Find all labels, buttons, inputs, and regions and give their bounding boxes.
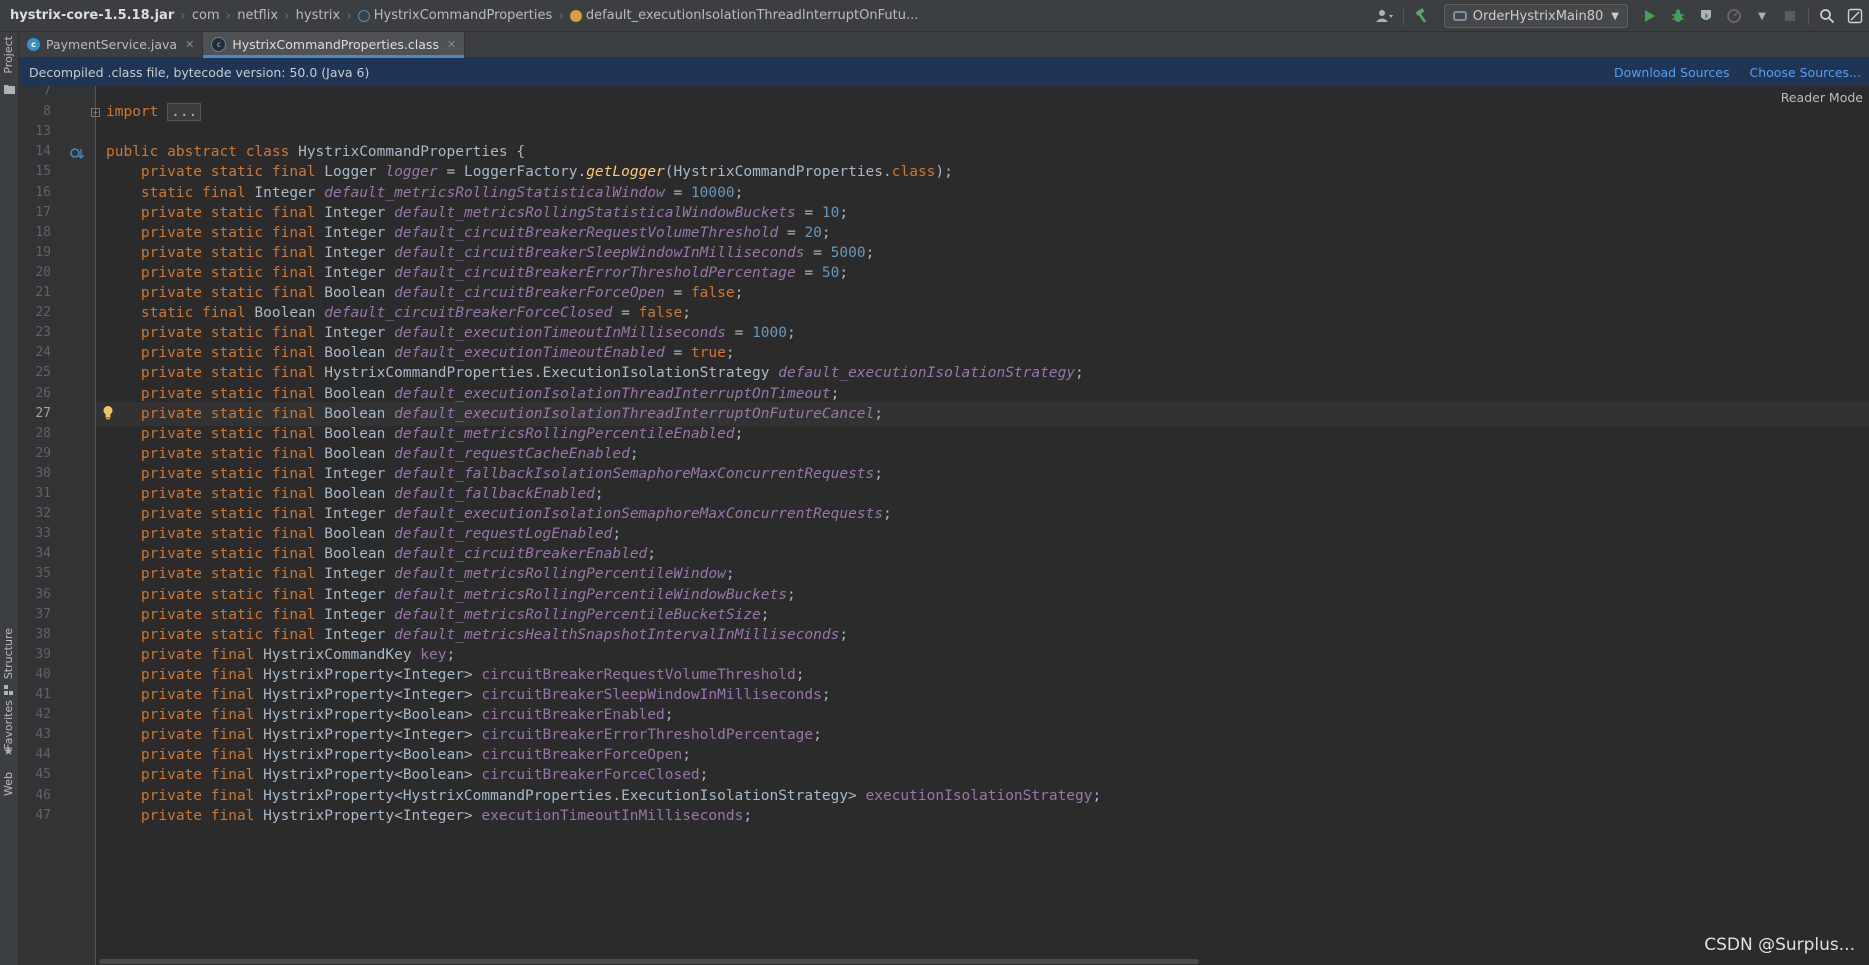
structure-tool-button[interactable]: Structure	[2, 628, 15, 679]
project-tool-button[interactable]: Project	[2, 36, 15, 74]
toolbar-separator	[1402, 7, 1404, 25]
java-class-icon: c	[27, 38, 40, 51]
implementations-gutter-icon[interactable]	[70, 145, 85, 169]
favorites-tool-button[interactable]: Favorites	[2, 700, 15, 750]
folder-icon[interactable]	[4, 79, 15, 98]
line-number: 47	[35, 807, 51, 823]
breadcrumb-class-label: HystrixCommandProperties	[373, 8, 553, 23]
horizontal-scrollbar[interactable]	[99, 959, 1199, 964]
breadcrumb-package-hystrix[interactable]: hystrix	[296, 8, 340, 23]
code-line[interactable]: 47 private final HystrixProperty<Integer…	[35, 804, 1869, 828]
reader-mode-button[interactable]: Reader Mode	[1781, 90, 1863, 105]
chevron-right-icon: ›	[558, 7, 564, 24]
chevron-right-icon: ›	[180, 7, 186, 24]
chevron-down-icon[interactable]: ▼	[1751, 5, 1773, 27]
breadcrumb-field-label: default_executionIsolationThreadInterrup…	[585, 8, 919, 23]
breadcrumb-jar[interactable]: hystrix-core-1.5.18.jar	[10, 8, 174, 23]
left-tool-strip: Project Structure Favorites ★ Web	[0, 32, 19, 965]
tab-hystrix-command-properties[interactable]: c HystrixCommandProperties.class ✕	[203, 32, 466, 58]
breadcrumb-package-netflix[interactable]: netflix	[237, 8, 278, 23]
breadcrumb-package-com[interactable]: com	[192, 8, 220, 23]
banner-message: Decompiled .class file, bytecode version…	[29, 64, 370, 80]
close-icon[interactable]: ✕	[185, 38, 194, 51]
hammer-icon[interactable]	[1411, 5, 1433, 27]
web-tool-button[interactable]: Web	[2, 772, 15, 796]
editor-tabs: c PaymentService.java ✕ c HystrixCommand…	[19, 32, 1869, 58]
download-sources-link[interactable]: Download Sources	[1614, 65, 1730, 80]
chevron-right-icon: ›	[225, 7, 232, 24]
debug-icon[interactable]	[1667, 5, 1689, 27]
choose-sources-link[interactable]: Choose Sources...	[1750, 65, 1862, 80]
breadcrumb-class[interactable]: HystrixCommandProperties	[357, 8, 553, 23]
code-editor[interactable]: 7 8 import ... +13 14 public abstract class H…	[19, 86, 1869, 965]
abstract-class-icon	[357, 9, 370, 22]
tab-label: PaymentService.java	[46, 37, 178, 52]
toolbar: OrderHystrixMain80 ▼ ▼	[1371, 0, 1869, 32]
code-area[interactable]: 7 8 import ... +13 14 public abstract class H…	[35, 86, 1869, 965]
search-icon[interactable]	[1816, 5, 1838, 27]
run-config-icon	[1453, 11, 1467, 21]
chevron-right-icon: ›	[346, 7, 352, 24]
stop-icon[interactable]	[1779, 5, 1801, 27]
chevron-right-icon: ›	[284, 7, 290, 24]
settings-icon[interactable]	[1844, 5, 1866, 27]
chevron-down-icon: ▼	[1611, 10, 1619, 22]
breadcrumb-field[interactable]: default_executionIsolationThreadInterrup…	[569, 8, 919, 23]
field-icon	[569, 9, 582, 22]
class-file-icon: c	[211, 37, 227, 52]
structure-icon[interactable]	[4, 680, 14, 699]
navigation-bar: hystrix-core-1.5.18.jar › com › netflix …	[0, 0, 1869, 32]
fold-expand-icon[interactable]: +	[91, 108, 100, 118]
toolbar-separator	[1808, 7, 1809, 25]
tab-payment-service[interactable]: c PaymentService.java ✕	[19, 32, 204, 57]
tab-label: HystrixCommandProperties.class	[232, 37, 439, 52]
run-with-coverage-icon[interactable]	[1695, 5, 1717, 27]
watermark: CSDN @Surplus...	[1704, 935, 1855, 955]
user-icon[interactable]	[1374, 5, 1396, 27]
breadcrumb: hystrix-core-1.5.18.jar › com › netflix …	[0, 8, 918, 24]
run-configuration-dropdown[interactable]: OrderHystrixMain80 ▼	[1443, 4, 1628, 28]
profiler-icon[interactable]	[1723, 5, 1745, 27]
code-text: private final HystrixProperty<Integer> e…	[140, 807, 753, 824]
decompiled-banner: Decompiled .class file, bytecode version…	[19, 58, 1869, 86]
banner-actions: Download Sources Choose Sources...	[1594, 58, 1861, 86]
close-icon[interactable]: ✕	[447, 38, 456, 51]
star-icon[interactable]: ★	[3, 744, 14, 758]
run-config-label: OrderHystrixMain80	[1472, 8, 1604, 24]
run-icon[interactable]	[1639, 5, 1661, 27]
